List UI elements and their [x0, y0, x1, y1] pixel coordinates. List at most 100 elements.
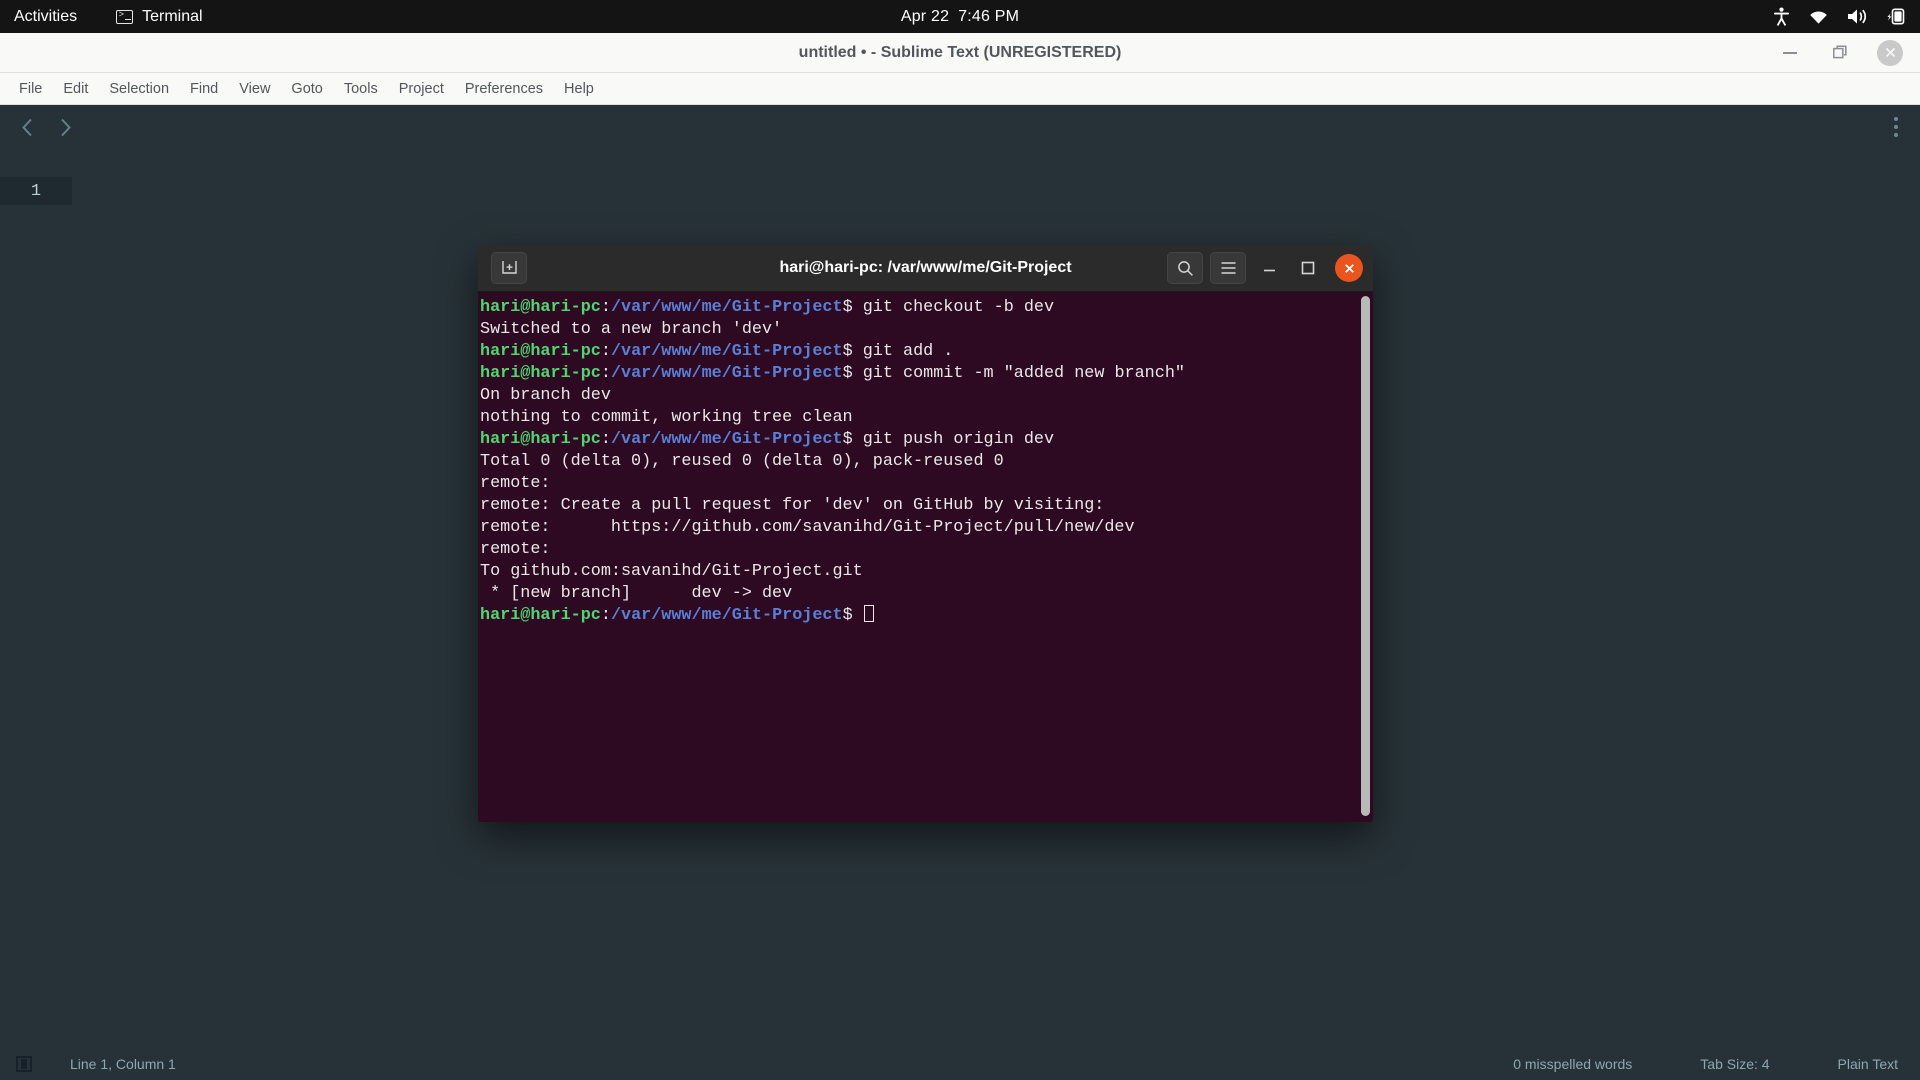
volume-icon[interactable]: [1847, 8, 1868, 25]
menu-bar: File Edit Selection Find View Goto Tools…: [0, 73, 1920, 105]
terminal-output-line: remote:: [479, 539, 1373, 561]
syntax-status[interactable]: Plain Text: [1838, 1056, 1898, 1072]
minimize-button[interactable]: [1776, 39, 1804, 67]
new-tab-button[interactable]: [491, 252, 527, 284]
clock-date: Apr 22: [900, 7, 950, 25]
clock-button[interactable]: Apr 22 7:46 PM: [901, 8, 1019, 26]
terminal-window: hari@hari-pc: /var/www/me/Git-Project ha…: [478, 245, 1373, 822]
prompt-separator: :: [600, 342, 611, 361]
prompt-path: /var/www/me/Git-Project: [610, 342, 843, 361]
sublime-titlebar: untitled • - Sublime Text (UNREGISTERED): [0, 33, 1920, 73]
terminal-output-text: remote: https://github.com/savanihd/Git-…: [480, 518, 1135, 537]
prompt-path: /var/www/me/Git-Project: [610, 298, 843, 317]
editor-toolbar: [0, 105, 1920, 149]
terminal-command: git checkout -b dev: [852, 298, 1055, 317]
prompt-user: hari@hari-pc: [480, 606, 601, 625]
status-right-group: 0 misspelled words Tab Size: 4 Plain Tex…: [1513, 1056, 1898, 1072]
menu-project[interactable]: Project: [390, 77, 453, 101]
tab-size-status[interactable]: Tab Size: 4: [1700, 1056, 1769, 1072]
terminal-output: hari@hari-pc:/var/www/me/Git-Project$ gi…: [478, 297, 1373, 627]
wifi-icon[interactable]: [1808, 9, 1829, 25]
new-tab-icon: [501, 261, 517, 274]
terminal-output-line: Total 0 (delta 0), reused 0 (delta 0), p…: [479, 451, 1373, 473]
maximize-button[interactable]: [1826, 39, 1854, 67]
terminal-maximize-button[interactable]: [1292, 252, 1324, 284]
gnome-top-bar: Activities Terminal Apr 22 7:46 PM: [0, 0, 1920, 33]
prompt-separator: :: [600, 430, 611, 449]
hamburger-menu-button[interactable]: [1210, 252, 1246, 284]
prompt-user: hari@hari-pc: [480, 364, 601, 383]
kebab-dot-icon: [1894, 133, 1898, 137]
menu-preferences[interactable]: Preferences: [456, 77, 552, 101]
terminal-prompt-line: hari@hari-pc:/var/www/me/Git-Project$ gi…: [479, 429, 1373, 451]
terminal-window-controls: [1167, 245, 1363, 291]
activities-label: Activities: [14, 7, 78, 25]
terminal-scrollbar[interactable]: [1361, 296, 1370, 816]
forward-button[interactable]: [52, 114, 78, 140]
sidebar-toggle-icon[interactable]: [16, 1056, 32, 1072]
terminal-output-line: remote: https://github.com/savanihd/Git-…: [479, 517, 1373, 539]
prompt-separator: :: [600, 298, 611, 317]
minimize-icon: [1783, 51, 1797, 54]
menu-find[interactable]: Find: [181, 77, 227, 101]
terminal-close-button[interactable]: [1335, 254, 1363, 282]
terminal-output-text: remote:: [480, 540, 561, 559]
terminal-output-line: nothing to commit, working tree clean: [479, 407, 1373, 429]
terminal-output-text: * [new branch] dev -> dev: [480, 584, 793, 603]
close-button[interactable]: [1876, 39, 1904, 67]
maximize-icon: [1832, 45, 1847, 59]
prompt-user: hari@hari-pc: [480, 298, 601, 317]
terminal-prompt-line: hari@hari-pc:/var/www/me/Git-Project$ gi…: [479, 297, 1373, 319]
app-menu-label: Terminal: [142, 7, 203, 25]
prompt-symbol: $: [842, 364, 853, 383]
prompt-symbol: $: [842, 342, 853, 361]
system-tray[interactable]: [1773, 0, 1906, 33]
terminal-command: [853, 606, 863, 625]
back-button[interactable]: [14, 114, 40, 140]
terminal-cursor: [863, 605, 874, 622]
terminal-command: git add .: [852, 342, 954, 361]
terminal-output-line: remote: Create a pull request for 'dev' …: [479, 495, 1373, 517]
terminal-output-line: * [new branch] dev -> dev: [479, 583, 1373, 605]
menu-tools[interactable]: Tools: [335, 77, 387, 101]
chevron-left-icon: [21, 118, 32, 136]
terminal-output-text: nothing to commit, working tree clean: [480, 408, 853, 427]
battery-charging-icon[interactable]: [1886, 8, 1906, 25]
terminal-prompt-line: hari@hari-pc:/var/www/me/Git-Project$: [479, 605, 1373, 627]
prompt-symbol: $: [842, 606, 853, 625]
line-number-gutter: 1: [0, 177, 72, 205]
menu-help[interactable]: Help: [555, 77, 603, 101]
app-menu-terminal[interactable]: Terminal: [104, 0, 214, 33]
terminal-output-text: To github.com:savanihd/Git-Project.git: [480, 562, 863, 581]
line-column-indicator[interactable]: Line 1, Column 1: [70, 1056, 176, 1072]
terminal-output-line: Switched to a new branch 'dev': [479, 319, 1373, 341]
terminal-output-text: remote:: [480, 474, 561, 493]
terminal-output-line: On branch dev: [479, 385, 1373, 407]
menu-edit[interactable]: Edit: [54, 77, 97, 101]
spelling-status[interactable]: 0 misspelled words: [1513, 1056, 1632, 1072]
terminal-command: git commit -m "added new branch": [852, 364, 1185, 383]
terminal-output-text: Switched to a new branch 'dev': [480, 320, 783, 339]
search-button[interactable]: [1167, 252, 1203, 284]
menu-view[interactable]: View: [230, 77, 279, 101]
terminal-icon: [116, 8, 134, 24]
close-icon: [1877, 39, 1903, 66]
prompt-user: hari@hari-pc: [480, 342, 601, 361]
line-number: 1: [30, 181, 42, 201]
menu-file[interactable]: File: [10, 77, 51, 101]
menu-goto[interactable]: Goto: [282, 77, 331, 101]
window-controls: [1776, 33, 1904, 72]
prompt-symbol: $: [842, 298, 853, 317]
activities-button[interactable]: Activities: [0, 0, 88, 33]
chevron-right-icon: [60, 118, 71, 136]
more-options-button[interactable]: [1886, 111, 1906, 143]
prompt-symbol: $: [842, 430, 853, 449]
prompt-separator: :: [600, 606, 611, 625]
menu-selection[interactable]: Selection: [100, 77, 178, 101]
accessibility-icon[interactable]: [1773, 7, 1790, 26]
hamburger-menu-icon: [1221, 262, 1235, 274]
terminal-minimize-button[interactable]: [1253, 252, 1285, 284]
terminal-output-text: On branch dev: [480, 386, 611, 405]
terminal-body[interactable]: hari@hari-pc:/var/www/me/Git-Project$ gi…: [478, 292, 1373, 822]
terminal-command: git push origin dev: [852, 430, 1055, 449]
